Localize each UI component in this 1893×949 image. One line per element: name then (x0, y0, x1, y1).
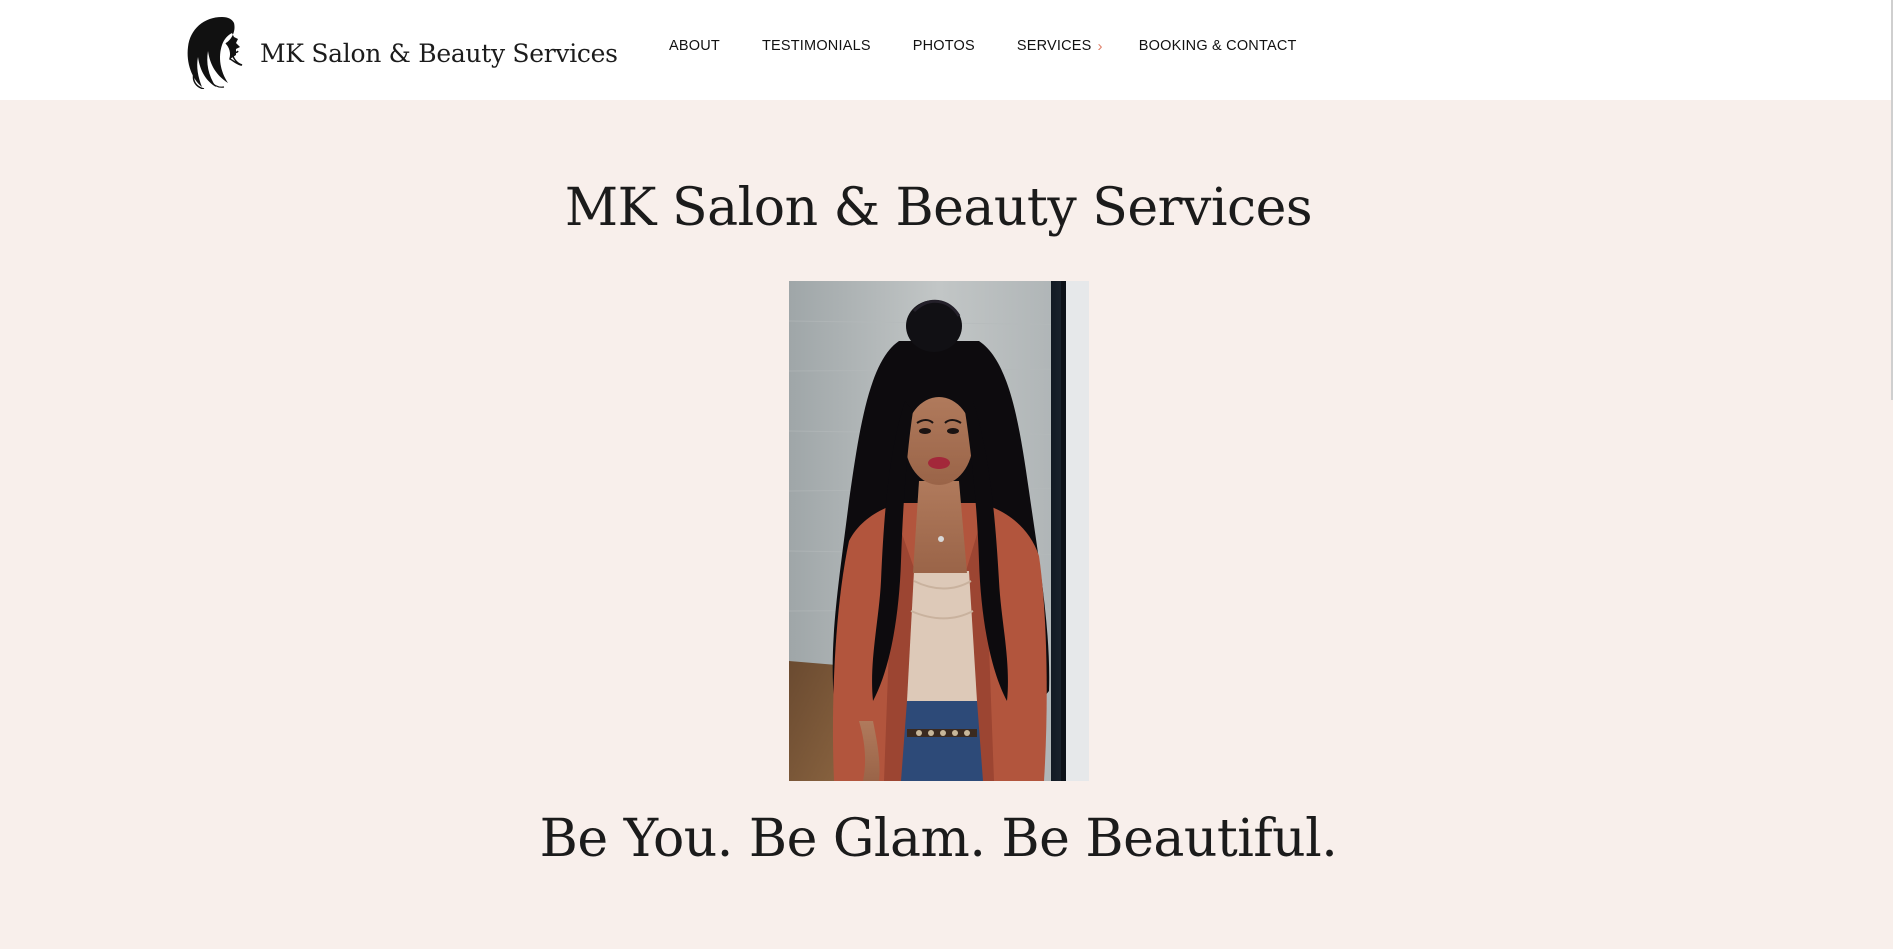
hero-section: MK Salon & Beauty Services Be You. Be Gl… (0, 100, 1893, 949)
nav-item-services[interactable]: SERVICES › (1017, 38, 1103, 54)
nav-item-photos[interactable]: PHOTOS (913, 38, 975, 54)
nav-item-about[interactable]: ABOUT (669, 38, 720, 54)
nav-item-booking-contact[interactable]: BOOKING & CONTACT (1139, 38, 1297, 54)
portrait-image (789, 281, 1089, 781)
logo-link[interactable]: MK Salon & Beauty Services (182, 12, 618, 90)
hero-title: MK Salon & Beauty Services (564, 178, 1313, 238)
hero-tagline: Be You. Be Glam. Be Beautiful. (539, 809, 1338, 869)
site-header: MK Salon & Beauty Services ABOUT TESTIMO… (0, 0, 1893, 100)
main-nav: ABOUT TESTIMONIALS PHOTOS SERVICES › BOO… (669, 36, 1297, 56)
nav-item-testimonials[interactable]: TESTIMONIALS (762, 38, 871, 54)
page: MK Salon & Beauty Services ABOUT TESTIMO… (0, 0, 1893, 949)
woman-silhouette-logo-icon (187, 17, 243, 89)
logo-text: MK Salon & Beauty Services (260, 38, 618, 68)
portrait-photo (789, 281, 1089, 781)
nav-item-services-label: SERVICES (1016, 38, 1092, 54)
chevron-right-icon[interactable]: › (1098, 39, 1103, 54)
